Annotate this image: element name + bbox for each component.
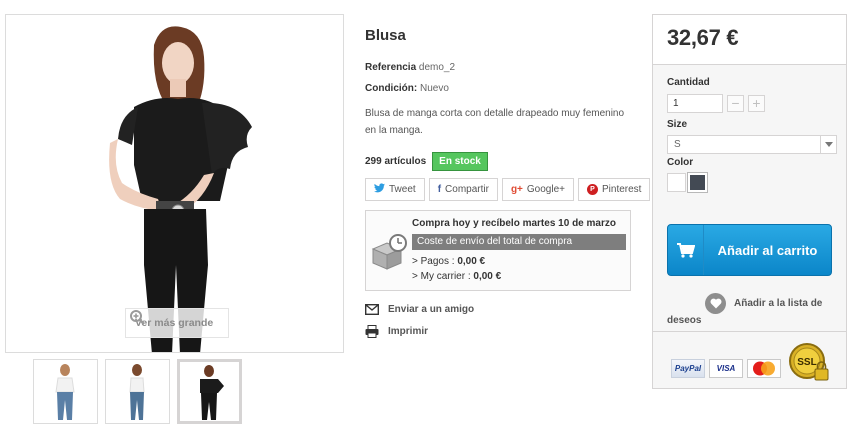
svg-text:SSL: SSL — [797, 357, 816, 368]
quantity-decrease-button[interactable]: − — [727, 95, 744, 112]
wishlist-label-1: Añadir a la lista de — [734, 298, 823, 309]
product-reference: Referencia demo_2 — [365, 62, 455, 73]
facebook-icon: f — [437, 184, 442, 195]
model-photo — [109, 26, 252, 352]
product-description: Blusa de manga corta con detalle drapead… — [365, 108, 625, 136]
zoom-icon — [130, 310, 145, 325]
color-swatch-dark[interactable] — [687, 172, 708, 193]
thumbnail-1[interactable] — [33, 359, 98, 424]
social-share: Tweet f Compartir g+ Google+ P Pinterest — [365, 178, 651, 201]
shipping-headline: Compra hoy y recíbelo martes 10 de marzo — [412, 218, 616, 229]
price-bar: 32,67 € — [653, 15, 846, 65]
shipping-estimate-box: Compra hoy y recíbelo martes 10 de marzo… — [365, 210, 631, 291]
carrier-value: 0,00 € — [473, 271, 502, 282]
twitter-icon — [374, 183, 385, 196]
quantity-increase-button[interactable]: + — [748, 95, 765, 112]
thumbnail-strip — [33, 359, 242, 424]
googleplus-icon: g+ — [510, 184, 523, 195]
heart-icon — [705, 293, 726, 314]
tweet-button[interactable]: Tweet — [365, 178, 425, 201]
shipping-line-pagos: > Pagos : 0,00 € — [412, 256, 485, 267]
wishlist-label-2: deseos — [667, 315, 702, 326]
send-to-friend-link[interactable]: Enviar a un amigo — [365, 304, 474, 315]
add-to-cart-button[interactable]: Añadir al carrito — [667, 224, 832, 276]
pinterest-icon: P — [586, 184, 598, 195]
reference-label: Referencia — [365, 62, 417, 73]
color-swatch-white[interactable] — [667, 173, 686, 192]
pinterest-button[interactable]: P Pinterest — [577, 178, 651, 201]
mastercard-logo — [747, 359, 781, 378]
divider — [653, 331, 846, 332]
print-link[interactable]: Imprimir — [365, 325, 428, 338]
visa-logo: VISA — [709, 359, 743, 378]
googleplus-label: Google+ — [526, 184, 565, 195]
add-to-cart-label: Añadir al carrito — [717, 242, 818, 258]
pinterest-label: Pinterest — [601, 184, 642, 195]
printer-icon — [365, 325, 380, 338]
condition-label: Condición: — [365, 83, 418, 94]
stock-quantity: 299 artículos — [365, 156, 427, 167]
quantity-label: Cantidad — [667, 77, 710, 88]
size-selected-value: S — [674, 139, 681, 150]
size-label: Size — [667, 119, 688, 130]
reference-value: demo_2 — [418, 62, 456, 73]
shipping-line-carrier: > My carrier : 0,00 € — [412, 271, 501, 282]
thumbnail-2[interactable] — [105, 359, 170, 424]
zoom-hint[interactable]: Ver más grande — [125, 308, 229, 338]
shipping-cost-bar: Coste de envío del total de compra — [412, 234, 626, 250]
product-price: 32,67 € — [667, 25, 739, 50]
print-label: Imprimir — [388, 326, 429, 337]
product-condition: Condición: Nuevo — [365, 83, 449, 94]
ssl-badge-icon: SSL — [789, 343, 829, 381]
package-clock-icon — [371, 234, 407, 270]
send-to-friend-label: Enviar a un amigo — [388, 304, 475, 315]
pagos-label: > Pagos : — [412, 256, 458, 267]
thumbnail-3[interactable] — [177, 359, 242, 424]
paypal-logo: PayPal — [671, 359, 705, 378]
stock-info: 299 artículos En stock — [365, 152, 488, 171]
tweet-label: Tweet — [389, 184, 416, 195]
pagos-value: 0,00 € — [457, 256, 486, 267]
paypal-text: PayPal — [674, 364, 702, 373]
googleplus-button[interactable]: g+ Google+ — [501, 178, 574, 201]
stock-badge: En stock — [432, 152, 488, 171]
zoom-hint-label: Ver más grande — [135, 317, 214, 329]
visa-text: VISA — [716, 364, 736, 373]
quantity-input[interactable]: 1 — [667, 94, 723, 113]
cart-icon — [668, 225, 704, 275]
facebook-share-label: Compartir — [445, 184, 489, 195]
size-select[interactable]: S — [667, 135, 837, 154]
carrier-label: > My carrier : — [412, 271, 474, 282]
color-label: Color — [667, 157, 694, 168]
envelope-icon — [365, 304, 380, 315]
facebook-share-button[interactable]: f Compartir — [428, 178, 498, 201]
condition-value: Nuevo — [420, 83, 449, 94]
main-product-image[interactable]: Ver más grande — [5, 14, 344, 353]
buy-box: 32,67 € Cantidad 1 − + Size S Color Añad… — [652, 14, 847, 389]
product-title: Blusa — [365, 27, 406, 44]
chevron-down-icon — [820, 136, 836, 153]
